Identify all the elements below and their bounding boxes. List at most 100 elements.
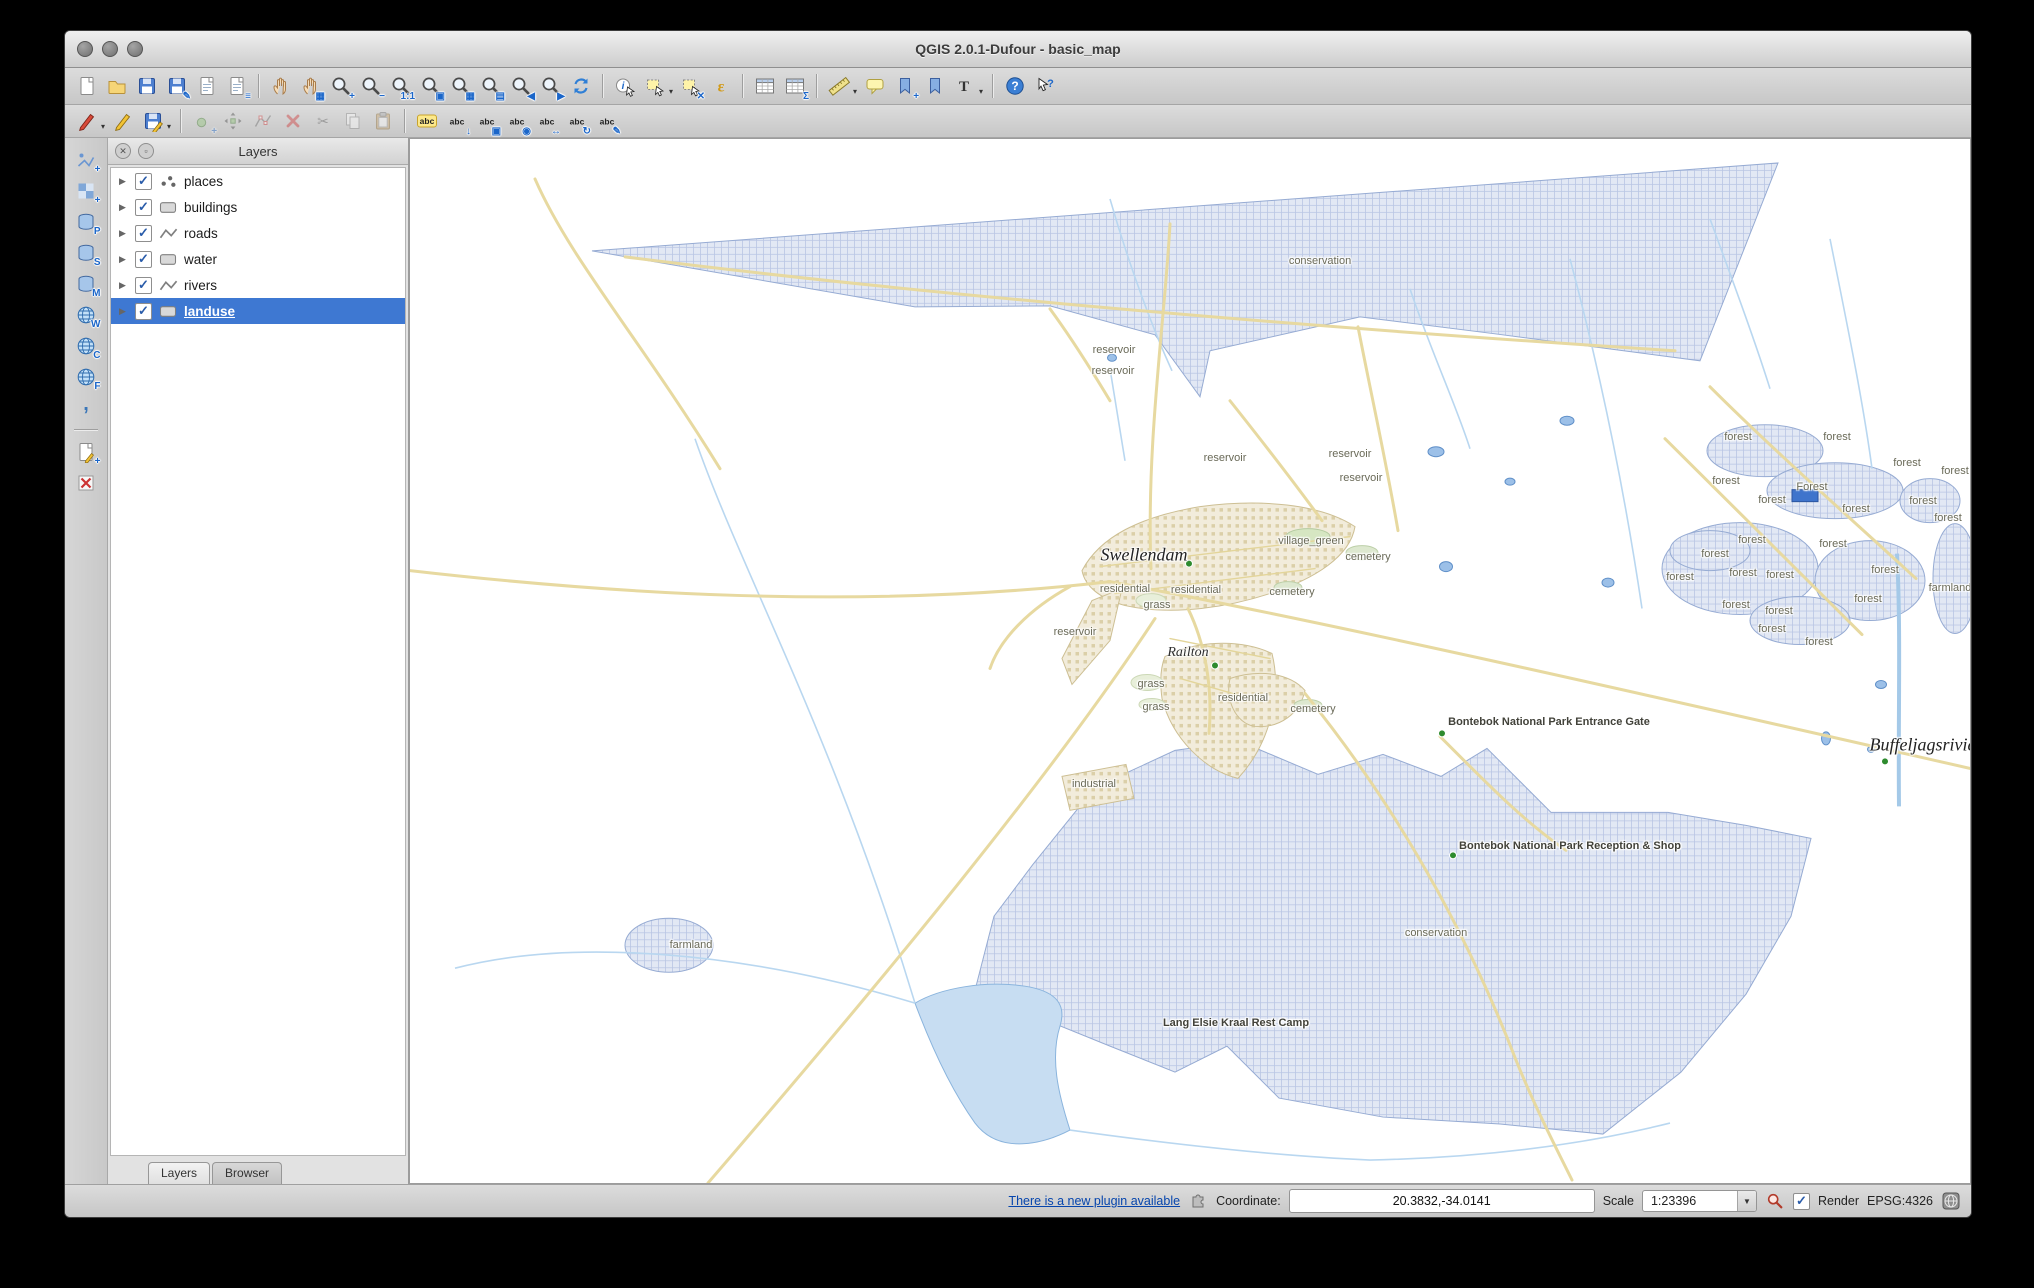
- expand-arrow-icon[interactable]: ▶: [119, 280, 129, 291]
- add-feature-icon[interactable]: +: [189, 108, 218, 137]
- label-highlight-icon[interactable]: abc ▣: [473, 108, 501, 137]
- add-wcs-layer-icon[interactable]: C: [73, 332, 101, 361]
- add-wfs-layer-icon[interactable]: F: [73, 363, 101, 392]
- text-annotation-icon[interactable]: T: [951, 73, 978, 100]
- render-checkbox[interactable]: ✓: [1792, 1192, 1810, 1210]
- dropdown-arrow-icon[interactable]: ▾: [669, 87, 673, 96]
- add-mssql-layer-icon[interactable]: M: [73, 270, 101, 299]
- scale-combo[interactable]: 1:23396 ▼: [1641, 1190, 1757, 1212]
- toggle-editing-icon[interactable]: [109, 108, 136, 135]
- composer-manager-icon[interactable]: ≡: [223, 73, 251, 101]
- expand-arrow-icon[interactable]: ▶: [119, 176, 129, 187]
- current-edits-icon[interactable]: [73, 108, 100, 135]
- map-tips-icon[interactable]: [861, 73, 888, 100]
- layer-item-places[interactable]: ▶ ✓ places: [111, 168, 405, 194]
- new-shapefile-icon[interactable]: +: [73, 438, 101, 467]
- attribute-table-icon[interactable]: [751, 73, 778, 100]
- icon-modifier: +: [913, 90, 920, 102]
- layer-item-water[interactable]: ▶ ✓ water: [111, 246, 405, 272]
- new-bookmark-icon[interactable]: +: [891, 73, 920, 102]
- dropdown-arrow-icon[interactable]: ▾: [853, 87, 857, 96]
- label-move-icon[interactable]: abc ↔: [533, 108, 561, 137]
- add-postgis-layer-icon[interactable]: P: [73, 208, 101, 237]
- scale-magnifier-icon[interactable]: [1765, 1191, 1785, 1211]
- coordinate-input[interactable]: [1288, 1189, 1595, 1213]
- expand-arrow-icon[interactable]: ▶: [119, 202, 129, 213]
- add-raster-layer-icon[interactable]: +: [73, 177, 101, 206]
- label-rotate-icon[interactable]: abc ↻: [563, 108, 591, 137]
- pan-map-icon[interactable]: [267, 73, 294, 100]
- zoom-in-icon[interactable]: +: [327, 73, 355, 101]
- add-vector-layer-icon[interactable]: +: [73, 146, 101, 175]
- new-project-icon[interactable]: [73, 73, 100, 100]
- layer-item-rivers[interactable]: ▶ ✓ rivers: [111, 272, 405, 298]
- help-icon[interactable]: ?: [1001, 73, 1028, 100]
- expand-arrow-icon[interactable]: ▶: [119, 254, 129, 265]
- move-feature-icon[interactable]: [219, 108, 246, 135]
- select-by-expression-icon[interactable]: ε: [707, 73, 734, 100]
- layer-item-buildings[interactable]: ▶ ✓ buildings: [111, 194, 405, 220]
- expand-arrow-icon[interactable]: ▶: [119, 306, 129, 317]
- zoom-to-layer-icon[interactable]: ▤: [477, 73, 505, 101]
- field-calculator-icon[interactable]: Σ: [781, 73, 809, 101]
- icon-modifier: ↓: [466, 125, 472, 137]
- zoom-native-icon[interactable]: 1:1: [387, 73, 415, 102]
- copy-features-icon[interactable]: [339, 108, 366, 135]
- open-project-icon[interactable]: [103, 73, 130, 100]
- show-bookmarks-icon[interactable]: [921, 73, 948, 100]
- whats-this-icon[interactable]: ?: [1031, 73, 1058, 100]
- titlebar[interactable]: QGIS 2.0.1-Dufour - basic_map: [65, 31, 1971, 68]
- zoom-out-icon[interactable]: −: [357, 73, 385, 101]
- layer-visibility-checkbox[interactable]: ✓: [135, 302, 152, 320]
- icon-modifier: +: [211, 125, 218, 137]
- map-tips-icon-glyph: [866, 79, 884, 95]
- layer-visibility-checkbox[interactable]: ✓: [135, 224, 152, 242]
- save-project-as-icon[interactable]: ✎: [163, 73, 191, 101]
- add-wms-layer-icon[interactable]: W: [73, 301, 101, 330]
- dropdown-arrow-icon[interactable]: ▾: [167, 122, 171, 131]
- refresh-icon[interactable]: [567, 73, 594, 100]
- chevron-down-icon[interactable]: ▼: [1736, 1191, 1756, 1211]
- map-label: forest: [1893, 456, 1921, 469]
- zoom-next-icon[interactable]: ▶: [537, 73, 565, 101]
- pan-to-selection-icon[interactable]: ▦: [297, 73, 325, 101]
- zoom-full-icon[interactable]: ▣: [417, 73, 445, 101]
- dropdown-arrow-icon[interactable]: ▾: [979, 87, 983, 96]
- add-spatialite-layer-icon[interactable]: S: [73, 239, 101, 268]
- zoom-last-icon[interactable]: ◀: [507, 73, 535, 101]
- node-tool-icon[interactable]: [249, 108, 276, 135]
- dropdown-arrow-icon[interactable]: ▾: [101, 122, 105, 131]
- select-features-icon[interactable]: [641, 73, 668, 100]
- save-project-icon[interactable]: [133, 73, 160, 100]
- layer-visibility-checkbox[interactable]: ✓: [135, 250, 152, 268]
- label-show-hide-icon[interactable]: abc ◉: [503, 108, 531, 137]
- deselect-all-icon[interactable]: ✕: [677, 73, 705, 101]
- paste-features-icon[interactable]: [369, 108, 396, 135]
- panel-tab-browser[interactable]: Browser: [212, 1162, 283, 1184]
- plugin-icon[interactable]: [1188, 1191, 1208, 1211]
- layer-visibility-checkbox[interactable]: ✓: [135, 198, 152, 216]
- label-change-icon[interactable]: abc ✎: [593, 108, 621, 137]
- panel-tab-layers[interactable]: Layers: [148, 1162, 211, 1184]
- icon-modifier: 1:1: [400, 90, 415, 102]
- new-composer-icon[interactable]: [193, 73, 220, 100]
- map-label: reservoir: [1203, 451, 1247, 464]
- delete-selected-icon[interactable]: [279, 108, 306, 135]
- map-canvas[interactable]: conservation reservoir reservoir reservoir r…: [409, 138, 1971, 1184]
- layer-item-landuse[interactable]: ▶ ✓ landuse: [111, 298, 405, 324]
- add-delimited-text-icon[interactable]: ,: [73, 394, 100, 421]
- plugin-available-link[interactable]: There is a new plugin available: [1008, 1194, 1180, 1208]
- save-edits-icon[interactable]: [139, 108, 166, 135]
- expand-arrow-icon[interactable]: ▶: [119, 228, 129, 239]
- label-pin-icon[interactable]: abc ↓: [443, 108, 472, 137]
- identify-icon[interactable]: i: [611, 73, 638, 100]
- measure-icon[interactable]: [825, 73, 852, 100]
- layer-visibility-checkbox[interactable]: ✓: [135, 172, 152, 190]
- remove-layer-icon[interactable]: [73, 469, 100, 496]
- layer-item-roads[interactable]: ▶ ✓ roads: [111, 220, 405, 246]
- zoom-to-selection-icon[interactable]: ▦: [447, 73, 475, 101]
- layer-labeling-icon[interactable]: abc: [413, 108, 440, 135]
- layer-visibility-checkbox[interactable]: ✓: [135, 276, 152, 294]
- crs-icon[interactable]: [1941, 1191, 1961, 1211]
- cut-features-icon[interactable]: ✂: [309, 108, 336, 135]
